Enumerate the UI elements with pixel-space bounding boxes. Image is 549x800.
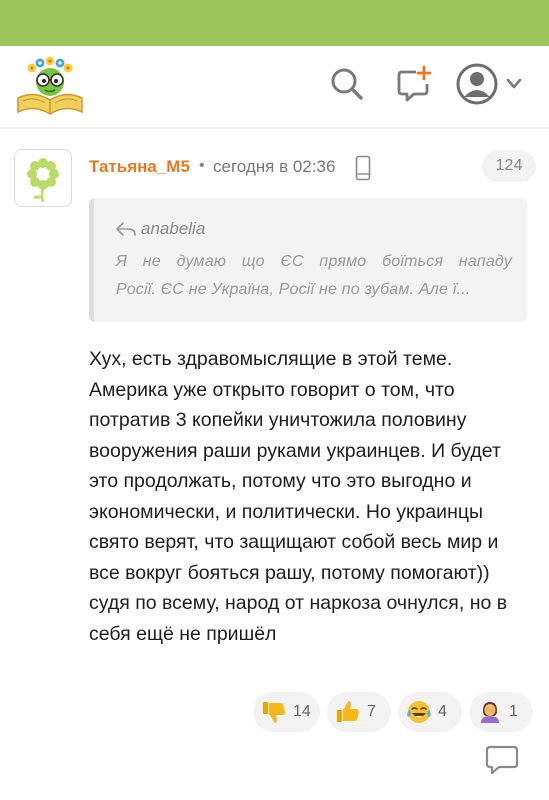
comment-text: Хух, есть здравомыслящие в этой теме. Ам…	[89, 348, 508, 645]
reaction-count: 1	[509, 703, 518, 720]
comment-time: сегодня в 02:36	[213, 157, 336, 176]
thumbs-down-icon	[261, 699, 287, 725]
meta-separator: •	[199, 157, 205, 174]
author-avatar[interactable]	[14, 149, 72, 207]
mobile-phone-icon	[355, 155, 371, 181]
quote-text: Я не думаю що ЄС прямо боїться нападу Ро…	[116, 248, 512, 304]
quote-line-2: Росії. ЄС не Україна, Росії не по зубам.…	[116, 281, 471, 298]
reaction-count: 7	[367, 703, 376, 720]
site-header	[0, 46, 549, 124]
chevron-down-icon[interactable]	[506, 78, 522, 89]
search-icon[interactable]	[327, 64, 367, 104]
user-avatar-icon[interactable]	[456, 63, 526, 105]
top-color-bar	[0, 0, 549, 46]
quote-author-row: anabelia	[115, 218, 205, 240]
reaction-thumbs-up[interactable]: 7	[327, 692, 391, 732]
tears-of-joy-icon	[406, 699, 432, 725]
facepalm-icon	[477, 699, 503, 725]
clover-flower-icon	[27, 158, 59, 203]
quote-author: anabelia	[141, 219, 206, 238]
add-post-icon[interactable]	[394, 64, 434, 104]
thumbs-up-icon	[335, 699, 361, 725]
author-name[interactable]: Татьяна_M5	[89, 157, 190, 177]
reply-comment-icon[interactable]	[485, 744, 519, 776]
comment-number-badge: 124	[482, 150, 536, 182]
reply-arrow-icon	[116, 222, 136, 236]
quote-line-1: Я не думаю що ЄС прямо боїться нападу	[116, 253, 512, 270]
reaction-count: 14	[293, 703, 311, 720]
reaction-tears-of-joy[interactable]: 4	[398, 692, 462, 732]
reaction-count: 4	[438, 703, 447, 720]
reaction-facepalm[interactable]: 1	[469, 692, 533, 732]
quote-block[interactable]: anabelia Я не думаю що ЄС прямо боїться …	[89, 198, 527, 322]
reaction-thumbs-down[interactable]: 14	[253, 692, 320, 732]
flower-book-logo[interactable]	[14, 54, 86, 116]
quote-bar	[89, 198, 94, 322]
header-divider	[0, 127, 549, 129]
